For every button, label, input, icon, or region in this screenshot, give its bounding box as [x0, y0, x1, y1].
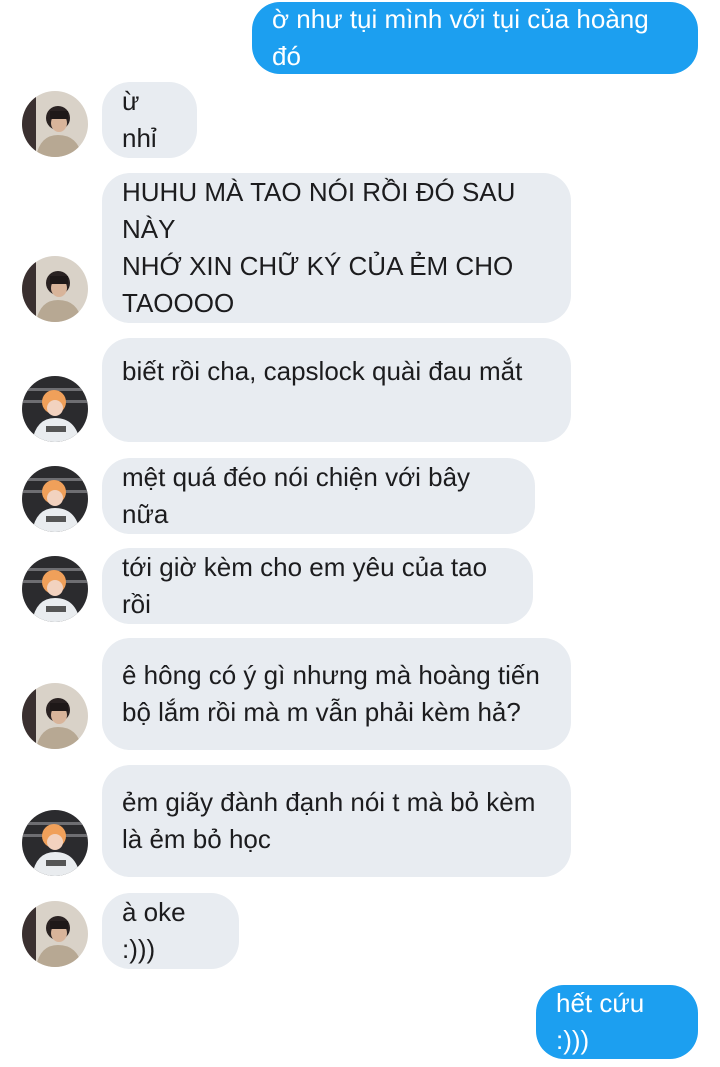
- message-text: ẻm giãy đành đạnh nói t mà bỏ kèm là ẻm …: [122, 747, 535, 930]
- message-text: à oke :))): [122, 897, 186, 964]
- avatar-photo-icon: [22, 256, 88, 322]
- message-text: mệt quá đéo nói chiện với bây nữa: [122, 462, 471, 529]
- message-bubble-incoming[interactable]: ê hông có ý gì nhưng mà hoàng tiến bộ lắ…: [102, 638, 571, 750]
- message-bubble-incoming[interactable]: mệt quá đéo nói chiện với bây nữa: [102, 458, 535, 534]
- avatar-friend-orange[interactable]: [22, 376, 88, 442]
- avatar-friend-dark[interactable]: [22, 683, 88, 749]
- avatar-friend-orange[interactable]: [22, 556, 88, 622]
- avatar-photo-icon: [22, 91, 88, 157]
- avatar-photo-icon: [22, 556, 88, 622]
- message-bubble-incoming[interactable]: HUHU MÀ TAO NÓI RỒI ĐÓ SAU NÀY NHỚ XIN C…: [102, 173, 571, 323]
- message-bubble-incoming[interactable]: ẻm giãy đành đạnh nói t mà bỏ kèm là ẻm …: [102, 765, 571, 930]
- message-bubble-incoming[interactable]: ừ nhỉ: [102, 82, 197, 158]
- avatar-photo-icon: [22, 376, 88, 442]
- avatar-photo-icon: [22, 683, 88, 749]
- avatar-friend-dark[interactable]: [22, 901, 88, 967]
- avatar-friend-dark[interactable]: [22, 256, 88, 322]
- avatar-friend-dark[interactable]: [22, 91, 88, 157]
- message-bubble-outgoing[interactable]: hết cứu :))): [536, 985, 698, 1059]
- message-bubble-outgoing[interactable]: ờ như tụi mình với tụi của hoàng đó: [252, 2, 698, 74]
- message-text: tới giờ kèm cho em yêu của tao rồi: [122, 552, 488, 619]
- avatar-photo-icon: [22, 901, 88, 967]
- message-bubble-incoming[interactable]: biết rồi cha, capslock quài đau mắt: [102, 338, 571, 499]
- message-text: biết rồi cha, capslock quài đau mắt: [122, 316, 522, 499]
- message-text: ừ nhỉ: [122, 86, 157, 153]
- avatar-friend-orange[interactable]: [22, 810, 88, 876]
- message-bubble-incoming[interactable]: à oke :))): [102, 893, 239, 969]
- smiling-face-icon: [122, 863, 152, 930]
- message-text: ê hông có ý gì nhưng mà hoàng tiến bộ lắ…: [122, 660, 540, 727]
- message-text: ờ như tụi mình với tụi của hoàng đó: [272, 4, 649, 71]
- avatar-photo-icon: [22, 466, 88, 532]
- message-text: HUHU MÀ TAO NÓI RỒI ĐÓ SAU NÀY NHỚ XIN C…: [122, 177, 516, 318]
- message-bubble-incoming[interactable]: tới giờ kèm cho em yêu của tao rồi: [102, 548, 533, 624]
- avatar-friend-orange[interactable]: [22, 466, 88, 532]
- avatar-photo-icon: [22, 810, 88, 876]
- message-text: hết cứu :))): [556, 988, 645, 1055]
